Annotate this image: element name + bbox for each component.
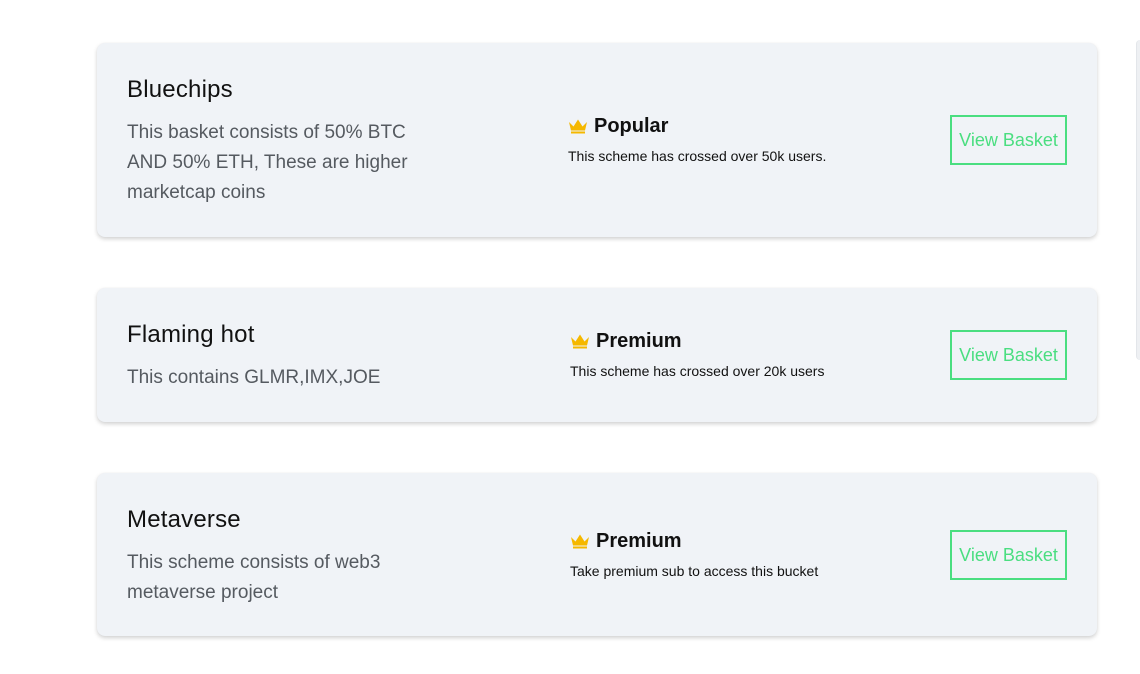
tier-label: Premium bbox=[596, 329, 682, 352]
basket-title: Metaverse bbox=[127, 506, 241, 533]
view-basket-button[interactable]: View Basket bbox=[950, 115, 1067, 165]
tier-note: This scheme has crossed over 50k users. bbox=[568, 148, 827, 164]
basket-tier: Premium This scheme has crossed over 20k… bbox=[570, 329, 825, 380]
basket-tier: Premium Take premium sub to access this … bbox=[570, 529, 819, 580]
basket-title: Flaming hot bbox=[127, 321, 255, 348]
basket-list-page: Bluechips This basket consists of 50% BT… bbox=[0, 0, 1140, 674]
basket-card-bluechips: Bluechips This basket consists of 50% BT… bbox=[97, 43, 1097, 237]
crown-icon bbox=[571, 534, 589, 549]
basket-title: Bluechips bbox=[127, 76, 233, 103]
basket-card-metaverse: Metaverse This scheme consists of web3 m… bbox=[97, 473, 1097, 636]
basket-description: This contains GLMR,IMX,JOE bbox=[127, 367, 381, 388]
view-basket-button[interactable]: View Basket bbox=[950, 330, 1067, 380]
basket-description: This basket consists of 50% BTC AND 50% … bbox=[127, 122, 408, 203]
tier-heading: Popular bbox=[568, 114, 826, 138]
crown-icon bbox=[569, 119, 587, 134]
tier-note: Take premium sub to access this bucket bbox=[570, 563, 819, 579]
tier-note: This scheme has crossed over 20k users bbox=[570, 363, 825, 379]
view-basket-button[interactable]: View Basket bbox=[950, 530, 1067, 580]
tier-heading: Premium bbox=[570, 329, 824, 353]
side-panel-edge bbox=[1136, 40, 1140, 360]
crown-icon bbox=[571, 334, 589, 349]
basket-description: This scheme consists of web3 metaverse p… bbox=[127, 552, 381, 603]
tier-label: Premium bbox=[596, 529, 682, 552]
tier-heading: Premium bbox=[570, 529, 818, 553]
basket-tier: Popular This scheme has crossed over 50k… bbox=[568, 114, 827, 165]
basket-card-flaming-hot: Flaming hot This contains GLMR,IMX,JOE P… bbox=[97, 288, 1097, 422]
tier-label: Popular bbox=[594, 114, 669, 137]
